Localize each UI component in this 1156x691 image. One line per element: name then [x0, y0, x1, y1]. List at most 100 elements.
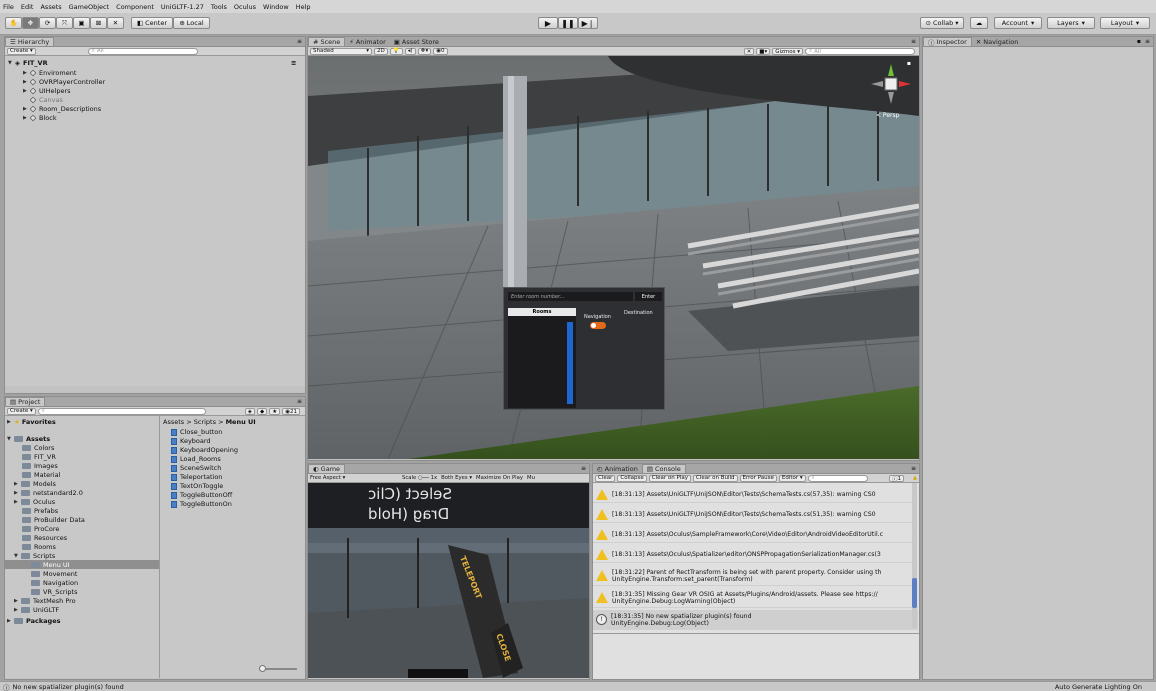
folder-fit-vr[interactable]: FIT_VR — [22, 453, 56, 461]
expand-arrow-icon[interactable]: ▼ — [14, 553, 21, 559]
shading-dropdown[interactable]: Shaded ▾ — [310, 47, 372, 55]
breadcrumb-assets[interactable]: Assets — [163, 418, 184, 426]
expand-arrow-icon[interactable]: ▶ — [14, 607, 21, 613]
clear-button[interactable]: Clear — [595, 474, 616, 482]
transform-tool-button[interactable]: ⊠ — [90, 17, 107, 29]
file-teleportation[interactable]: Teleportation — [171, 473, 222, 481]
log-entry-warning[interactable]: [18:31:13] Assets\Oculus\Spatializer\edi… — [593, 546, 918, 563]
folder-models[interactable]: ▶ Models — [14, 480, 56, 488]
enter-button[interactable]: Enter — [635, 292, 662, 301]
clear-on-play-toggle[interactable]: Clear on Play — [648, 474, 691, 482]
expand-arrow-icon[interactable]: ▶ — [14, 481, 21, 487]
error-pause-toggle[interactable]: Error Pause — [739, 474, 777, 482]
breadcrumb-menu-ui[interactable]: Menu UI — [226, 418, 256, 426]
hidden-objects-toggle[interactable]: ◉ 0 — [433, 47, 448, 55]
menu-file[interactable]: File — [3, 3, 14, 11]
menu-assets[interactable]: Assets — [40, 3, 61, 11]
menu-tools[interactable]: Tools — [211, 3, 227, 11]
pause-button[interactable]: ❚❚ — [558, 17, 578, 29]
info-count-toggle[interactable]: ⓘ 1 — [888, 475, 904, 483]
tab-hierarchy[interactable]: ☰ Hierarchy — [5, 37, 55, 46]
expand-arrow-icon[interactable]: ▶ — [14, 499, 21, 505]
scene-viewport[interactable]: Enter room number... Enter Rooms Navigat… — [308, 56, 919, 459]
hierarchy-item-ovrplayercontroller[interactable]: ▶ OVRPlayerController — [23, 78, 105, 86]
editor-dropdown[interactable]: Editor ▾ — [778, 474, 806, 482]
folder-netstandard[interactable]: ▶ netstandard2.0 — [14, 489, 83, 497]
warning-count-toggle[interactable]: ▲ — [913, 475, 917, 481]
tab-asset-store[interactable]: ▣ Asset Store — [390, 37, 443, 46]
folder-movement[interactable]: Movement — [31, 570, 77, 578]
assets-root[interactable]: ▼ Assets — [7, 435, 50, 443]
tab-game[interactable]: ◐ Game — [308, 464, 346, 473]
panel-menu-icon[interactable]: ≡ — [581, 465, 586, 472]
hand-tool-button[interactable]: ✋ — [5, 17, 22, 29]
rotate-tool-button[interactable]: ⟳ — [39, 17, 56, 29]
scene-menu-icon[interactable]: ≡ — [291, 59, 296, 67]
menu-gameobject[interactable]: GameObject — [69, 3, 110, 11]
hierarchy-search-input[interactable]: ⌕ All — [87, 47, 198, 55]
lighting-toggle[interactable]: 💡 — [389, 47, 403, 55]
game-viewport[interactable]: Select (Clic Drag (Hold TELEPORT CLOSE — [308, 483, 589, 678]
custom-tool-button[interactable]: ✕ — [107, 17, 124, 29]
log-entry-warning[interactable]: [18:31:13] Assets\Oculus\SampleFramework… — [593, 526, 918, 543]
icon-size-slider[interactable] — [259, 665, 297, 672]
expand-arrow-icon[interactable]: ▶ — [14, 598, 21, 604]
camera-dropdown[interactable]: ■ ▾ — [756, 48, 771, 55]
scrollbar-thumb[interactable] — [912, 578, 917, 608]
menu-edit[interactable]: Edit — [21, 3, 34, 11]
folder-textmesh-pro[interactable]: ▶ TextMesh Pro — [14, 597, 76, 605]
account-dropdown[interactable]: Account ▾ — [994, 17, 1042, 29]
menu-unigltf[interactable]: UniGLTF-1.27 — [161, 3, 204, 11]
console-scrollbar[interactable] — [912, 483, 917, 628]
file-load-rooms[interactable]: Load_Rooms — [171, 455, 221, 463]
panel-menu-icon[interactable]: ≡ — [911, 38, 916, 45]
log-entry-warning[interactable]: [18:31:13] Assets\UniGLTF\UniJSON\Editor… — [593, 486, 918, 503]
folder-vr-scripts[interactable]: VR_Scripts — [31, 588, 77, 596]
layers-dropdown[interactable]: Layers ▾ — [1047, 17, 1095, 29]
console-search-input[interactable]: ⌕ — [807, 474, 868, 482]
layout-dropdown[interactable]: Layout ▾ — [1100, 17, 1150, 29]
tab-animator[interactable]: ⚡ Animator — [345, 37, 389, 46]
scene-root[interactable]: ▼ ◈ FIT_VR ≡ — [8, 59, 296, 67]
gizmos-dropdown[interactable]: Gizmos ▾ — [772, 48, 803, 55]
aspect-dropdown[interactable]: Free Aspect ▾ — [310, 475, 402, 481]
collapse-button[interactable]: Collapse — [617, 474, 647, 482]
expand-arrow-icon[interactable]: ▼ — [7, 436, 14, 442]
clear-on-build-toggle[interactable]: Clear on Build — [692, 474, 738, 482]
slider-thumb[interactable] — [259, 665, 266, 672]
filter-type-button[interactable]: ◈ — [244, 408, 256, 415]
persp-label[interactable]: < Persp — [876, 112, 899, 119]
effects-dropdown[interactable]: ❖ ▾ — [417, 47, 432, 55]
log-entry-info[interactable]: ! [18:31:35] No new spatializer plugin(s)… — [593, 610, 918, 630]
file-close-button[interactable]: Close_button — [171, 428, 222, 436]
both-eyes-dropdown[interactable]: Both Eyes ▾ — [441, 475, 472, 481]
hierarchy-item-block[interactable]: ▶ Block — [23, 114, 57, 122]
step-button[interactable]: ▶❘ — [578, 17, 598, 29]
tab-navigation[interactable]: ✕ Navigation — [972, 37, 1023, 46]
rooms-scrollbar[interactable] — [567, 322, 573, 404]
folder-navigation[interactable]: Navigation — [31, 579, 78, 587]
breadcrumb-scripts[interactable]: Scripts — [194, 418, 216, 426]
room-number-input[interactable]: Enter room number... — [508, 292, 633, 301]
lock-icon[interactable]: ▪ — [907, 60, 911, 67]
packages-root[interactable]: ▶ Packages — [7, 617, 60, 625]
panel-menu-icon[interactable]: ≡ — [1145, 38, 1150, 45]
scene-orientation-gizmo[interactable]: ▪ — [869, 60, 913, 106]
pivot-center-button[interactable]: ◧ Center — [131, 17, 173, 29]
file-toggle-button-off[interactable]: ToggleButtonOff — [171, 491, 232, 499]
folder-procore[interactable]: ProCore — [22, 525, 59, 533]
audio-toggle[interactable]: ◂) — [404, 47, 416, 55]
rect-tool-button[interactable]: ▣ — [73, 17, 90, 29]
folder-rooms[interactable]: Rooms — [22, 543, 56, 551]
folder-unigltf[interactable]: ▶ UniGLTF — [14, 606, 59, 614]
hierarchy-item-canvas[interactable]: Canvas — [23, 96, 63, 104]
folder-material[interactable]: Material — [22, 471, 60, 479]
folder-prefabs[interactable]: Prefabs — [22, 507, 58, 515]
file-toggle-button-on[interactable]: ToggleButtonOn — [171, 500, 232, 508]
maximize-on-play-toggle[interactable]: Maximize On Play — [476, 475, 523, 481]
tab-project[interactable]: ▤ Project — [5, 397, 46, 406]
tab-inspector[interactable]: ⓘ Inspector — [923, 37, 972, 47]
hierarchy-item-room-descriptions[interactable]: ▶ Room_Descriptions — [23, 105, 101, 113]
expand-arrow-icon[interactable]: ▶ — [14, 490, 21, 496]
pivot-local-button[interactable]: ⊕ Local — [173, 17, 210, 29]
